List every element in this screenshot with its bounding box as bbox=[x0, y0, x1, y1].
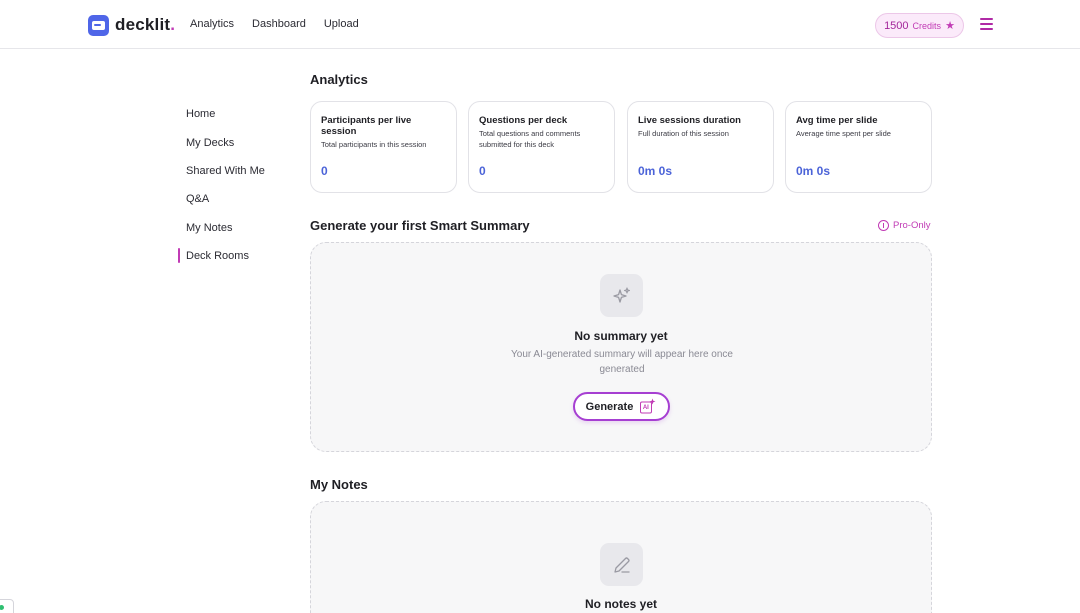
stat-description: Average time spent per slide bbox=[796, 129, 891, 138]
stat-description: Full duration of this session bbox=[638, 129, 729, 138]
stat-title: Participants per live session bbox=[321, 115, 412, 137]
summary-empty-text: Your AI-generated summary will appear he… bbox=[511, 349, 733, 375]
hamburger-menu-icon[interactable] bbox=[980, 18, 993, 30]
help-widget-icon[interactable] bbox=[0, 599, 14, 613]
stat-value: 0m 0s bbox=[638, 164, 673, 178]
notes-title: My Notes bbox=[310, 477, 368, 492]
top-nav: Analytics Dashboard Upload bbox=[190, 18, 359, 30]
top-header: decklit. Analytics Dashboard Upload 1500… bbox=[0, 0, 1080, 49]
stat-value: 0 bbox=[321, 164, 328, 178]
stat-card-session-duration: Live sessions duration Full duration of … bbox=[627, 101, 774, 193]
generate-button[interactable]: Generate AI bbox=[573, 392, 670, 421]
sidebar-item-home[interactable]: Home bbox=[178, 100, 288, 128]
ai-badge-text: AI bbox=[642, 404, 649, 411]
summary-empty-heading: No summary yet bbox=[574, 329, 668, 343]
stat-title: Questions per deck bbox=[479, 115, 568, 126]
summary-title: Generate your first Smart Summary bbox=[310, 218, 530, 233]
sidebar-item-my-decks[interactable]: My Decks bbox=[178, 128, 288, 156]
logo-dot: . bbox=[170, 15, 175, 34]
credits-label: Credits bbox=[912, 20, 942, 31]
logo-mark-icon bbox=[88, 14, 109, 36]
stat-card-participants: Participants per live session Total part… bbox=[310, 101, 457, 193]
nav-analytics[interactable]: Analytics bbox=[190, 18, 234, 30]
sidebar-item-deck-rooms[interactable]: Deck Rooms bbox=[178, 242, 288, 270]
notes-empty-heading: No notes yet bbox=[584, 597, 657, 611]
logo[interactable]: decklit. bbox=[88, 14, 175, 36]
generate-label: Generate bbox=[585, 400, 634, 413]
sparkle-icon bbox=[600, 274, 643, 317]
sidebar-item-shared-with-me[interactable]: Shared With Me bbox=[178, 157, 288, 185]
stat-title: Avg time per slide bbox=[796, 115, 878, 126]
notes-panel: No notes yet bbox=[310, 501, 932, 613]
sidebar-item-my-notes[interactable]: My Notes bbox=[178, 214, 288, 242]
sidebar-item-qa[interactable]: Q&A bbox=[178, 185, 288, 213]
stat-title: Live sessions duration bbox=[638, 115, 741, 126]
nav-upload[interactable]: Upload bbox=[324, 18, 359, 30]
ai-sparkle-icon: AI bbox=[639, 398, 657, 416]
pro-only-label: Pro-Only bbox=[893, 220, 931, 231]
pro-only-badge: Pro-Only bbox=[878, 220, 930, 231]
analytics-title: Analytics bbox=[310, 72, 368, 87]
stat-card-questions: Questions per deck Total questions and c… bbox=[468, 101, 615, 193]
stat-description: Total participants in this session bbox=[321, 140, 427, 149]
summary-panel: No summary yet Your AI-generated summary… bbox=[310, 242, 932, 452]
stat-value: 0m 0s bbox=[796, 164, 831, 178]
credits-badge[interactable]: 1500 Credits ★ bbox=[875, 13, 964, 38]
star-icon: ★ bbox=[945, 20, 955, 32]
logo-text: decklit bbox=[115, 15, 171, 34]
pencil-icon bbox=[600, 543, 643, 586]
sidebar: Home My Decks Shared With Me Q&A My Note… bbox=[178, 100, 288, 270]
stat-description: Total questions and comments submitted f… bbox=[479, 129, 581, 149]
credits-value: 1500 bbox=[884, 19, 909, 32]
info-icon bbox=[878, 220, 889, 231]
stat-value: 0 bbox=[479, 164, 486, 178]
stat-card-avg-time: Avg time per slide Average time spent pe… bbox=[785, 101, 932, 193]
nav-dashboard[interactable]: Dashboard bbox=[252, 18, 306, 30]
